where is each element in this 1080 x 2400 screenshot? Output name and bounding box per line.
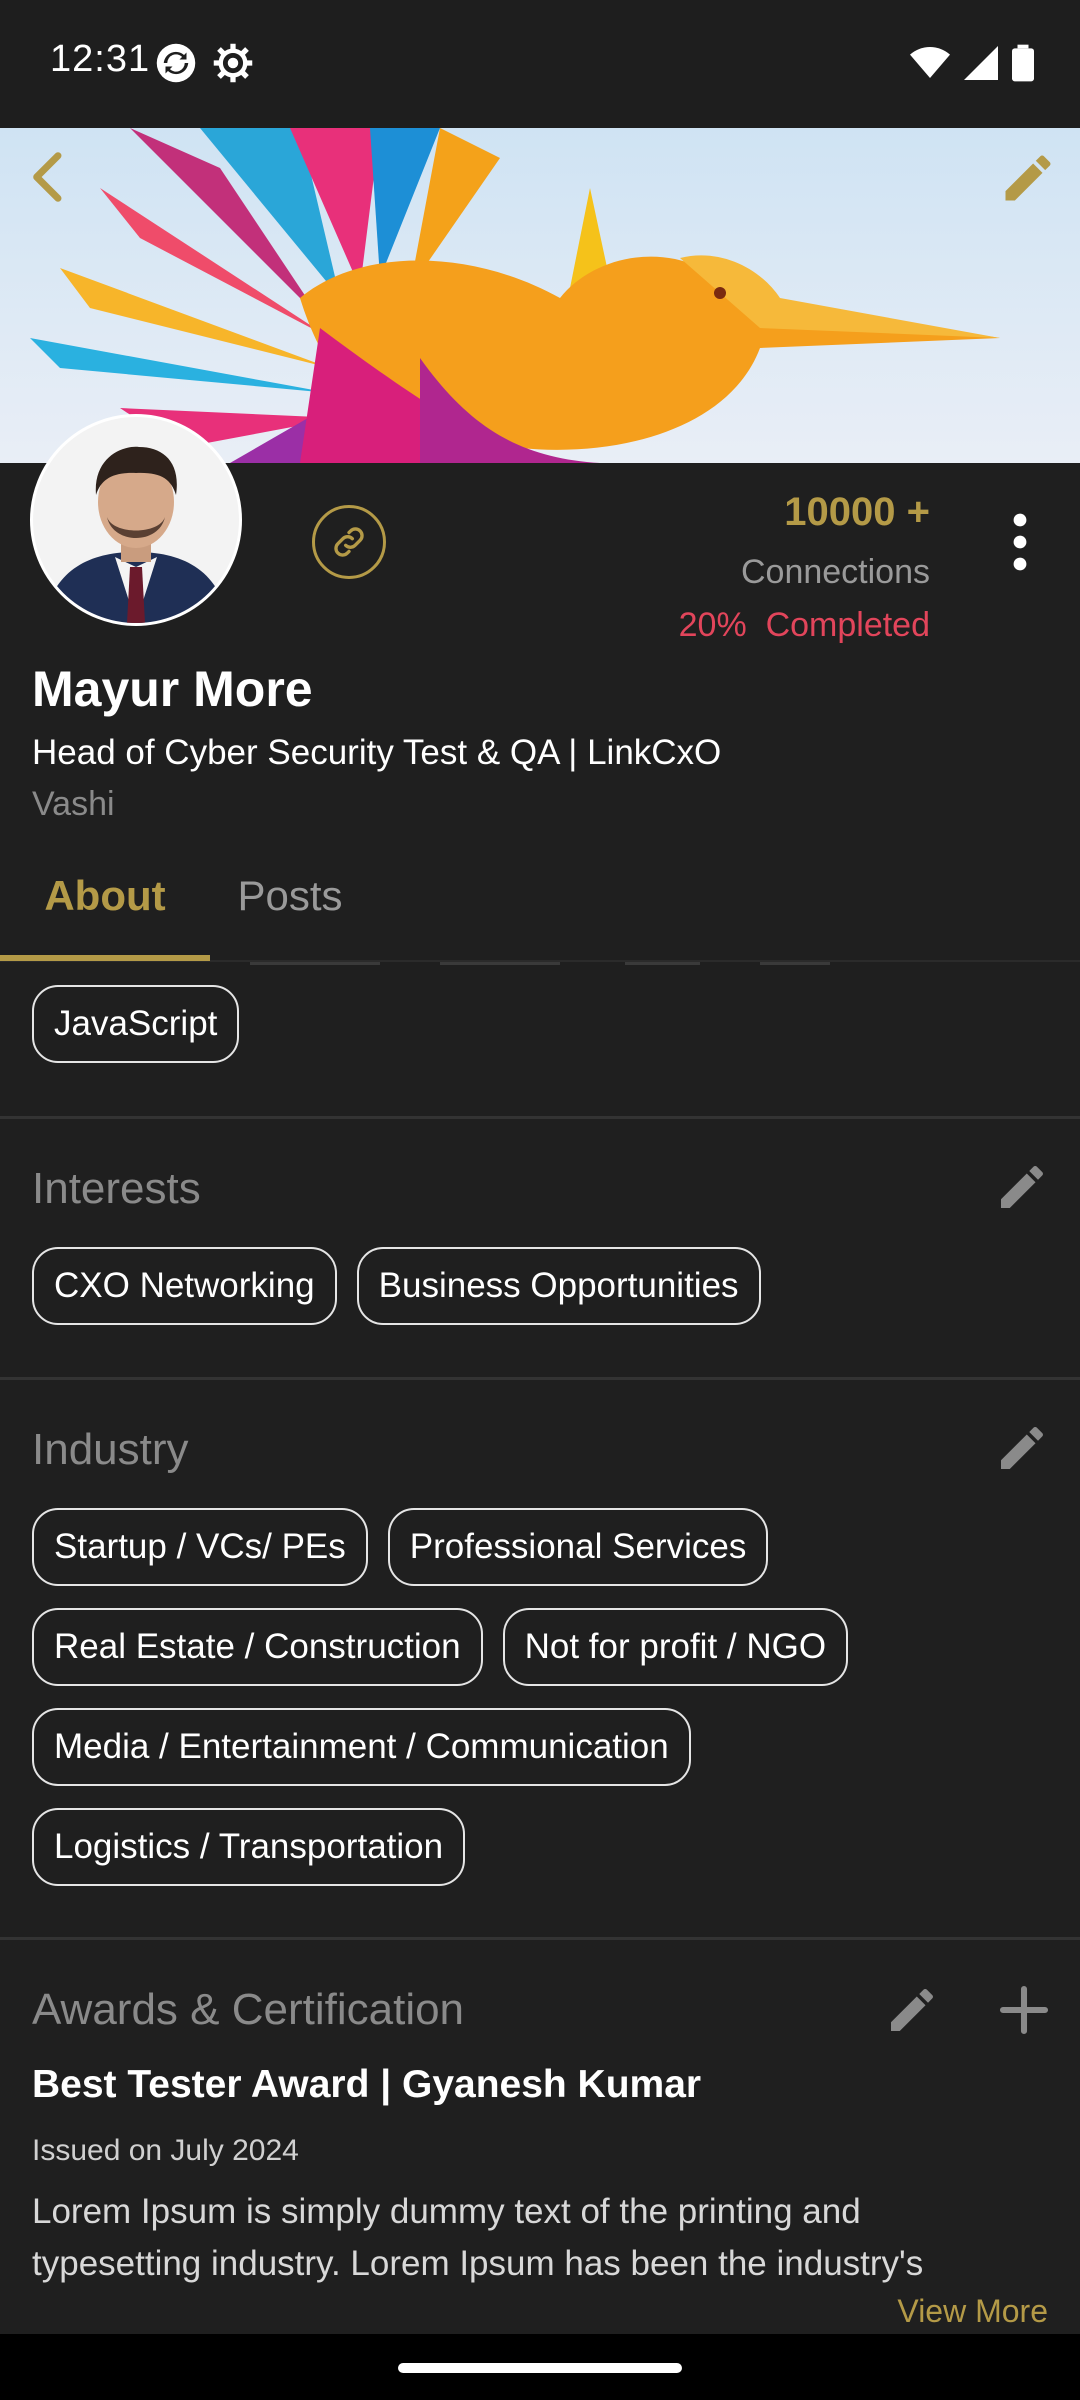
award-title: Best Tester Award | Gyanesh Kumar	[32, 2063, 702, 2106]
add-award-button[interactable]	[996, 1982, 1052, 2038]
interests-section: Interests CXO Networking Business Opportu…	[0, 1119, 1080, 1378]
industry-section: Industry Startup / VCs/ PEs Professional …	[0, 1380, 1080, 1937]
profile-tabs: About Posts	[0, 855, 1080, 962]
connections-count[interactable]: 10000 +	[784, 490, 930, 535]
edit-cover-button[interactable]	[998, 148, 1058, 208]
industry-chip: Real Estate / Construction	[32, 1608, 483, 1686]
profile-location: Vashi	[32, 785, 115, 823]
interest-chip: Business Opportunities	[356, 1247, 761, 1325]
tab-posts[interactable]: Posts	[210, 855, 370, 960]
industry-title: Industry	[32, 1425, 189, 1474]
edit-awards-button[interactable]	[884, 1982, 940, 2038]
more-options-button[interactable]	[1000, 512, 1040, 572]
share-link-button[interactable]	[312, 505, 386, 579]
edit-industry-button[interactable]	[994, 1420, 1050, 1476]
awards-title: Awards & Certification	[32, 1985, 465, 2034]
industry-chip: Startup / VCs/ PEs	[32, 1508, 368, 1586]
profile-avatar[interactable]	[30, 414, 242, 626]
tab-active-indicator	[0, 955, 210, 961]
status-indicators	[910, 44, 1034, 82]
industry-chip: Not for profit / NGO	[502, 1608, 849, 1686]
interests-title: Interests	[32, 1164, 201, 1213]
battery-icon	[1012, 44, 1034, 82]
back-button[interactable]	[18, 145, 82, 209]
cellular-signal-icon	[964, 46, 998, 80]
skills-section: JavaScript	[0, 962, 1080, 1118]
industry-chip: Professional Services	[387, 1508, 769, 1586]
bird-illustration	[30, 128, 1000, 463]
sync-icon	[156, 43, 196, 83]
award-description: Lorem Ipsum is simply dummy text of the …	[32, 2192, 924, 2283]
link-icon	[334, 527, 364, 557]
cover-image	[0, 128, 1080, 463]
award-issued-date: Issued on July 2024	[32, 2134, 299, 2167]
connections-label[interactable]: Connections	[741, 553, 930, 592]
interest-chip: CXO Networking	[32, 1247, 337, 1325]
tab-about[interactable]: About	[0, 855, 210, 960]
industry-chip: Logistics / Transportation	[32, 1808, 466, 1886]
skill-chip: JavaScript	[32, 985, 240, 1063]
industry-chip: Media / Entertainment / Communication	[32, 1708, 691, 1786]
wifi-icon	[910, 47, 950, 78]
view-more-link[interactable]: View More	[897, 2293, 1048, 2330]
edit-interests-button[interactable]	[994, 1159, 1050, 1215]
profile-name: Mayur More	[32, 661, 313, 717]
profile-headline: Head of Cyber Security Test & QA | LinkC…	[32, 733, 722, 772]
profile-completion: 20% Completed	[678, 606, 930, 644]
status-time: 12:31	[50, 38, 151, 80]
avatar-photo	[33, 417, 239, 623]
clipped-chip-edges	[250, 962, 830, 965]
status-bar: 12:31	[0, 0, 1080, 128]
home-gesture-pill[interactable]	[398, 2363, 682, 2373]
settings-icon	[213, 43, 253, 83]
